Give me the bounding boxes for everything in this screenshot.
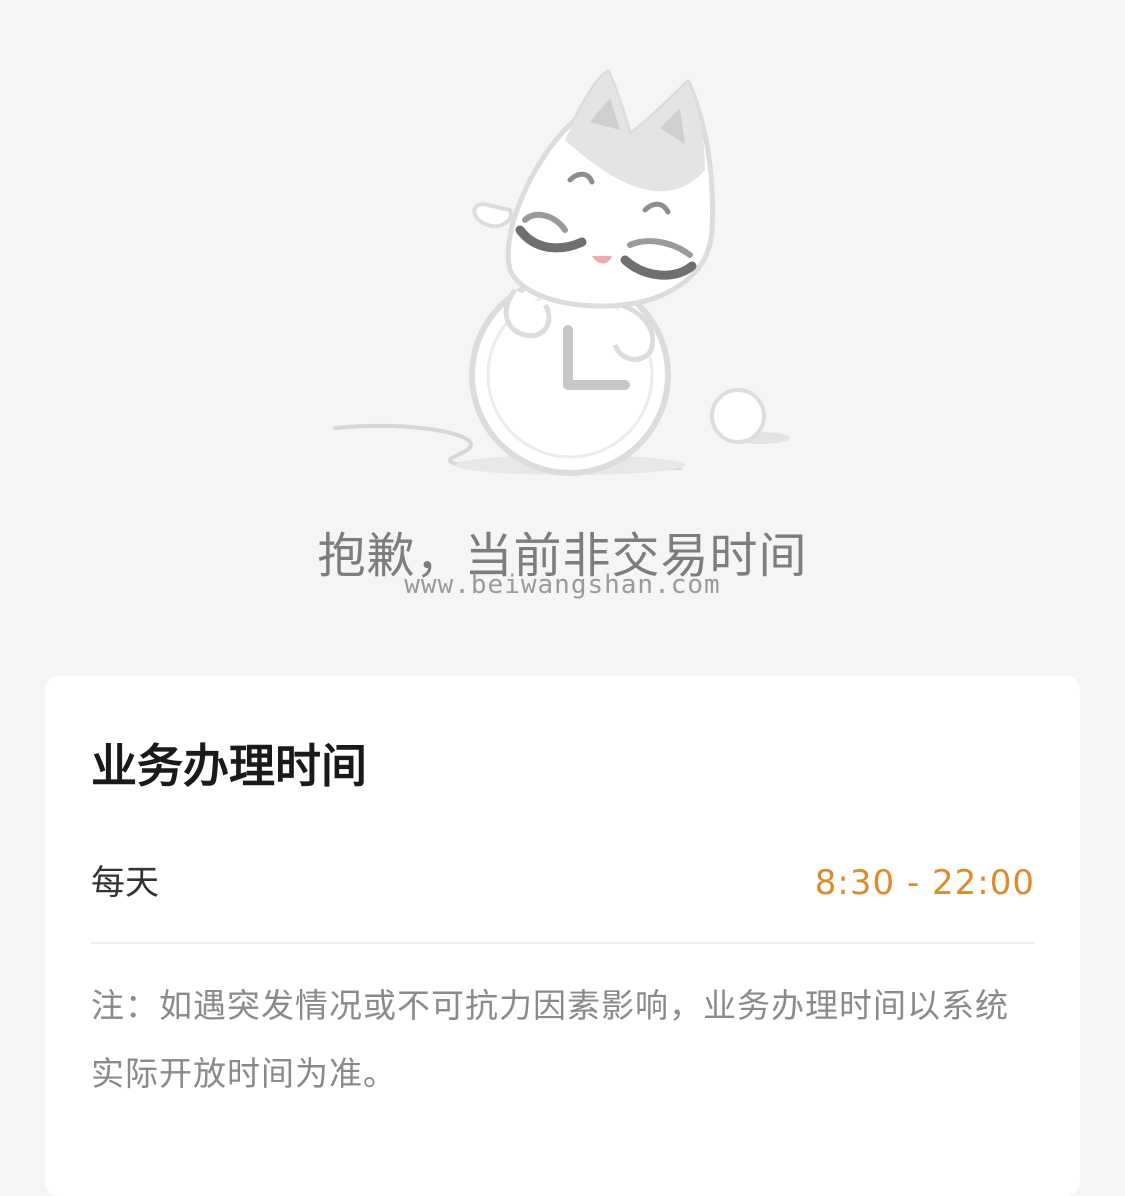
divider <box>91 942 1035 944</box>
watermark-text: www.beiwangshan.com <box>404 570 721 600</box>
sleeping-cat-clock-icon <box>320 60 800 490</box>
schedule-row: 每天 8:30 - 22:00 <box>91 856 1035 910</box>
card-title: 业务办理时间 <box>91 739 367 793</box>
schedule-label: 每天 <box>91 863 159 903</box>
business-hours-card: 业务办理时间 每天 8:30 - 22:00 注：如遇突发情况或不可抗力因素影响… <box>45 676 1080 1196</box>
hours-note: 注：如遇突发情况或不可抗力因素影响，业务办理时间以系统实际开放时间为准。 <box>91 986 1009 1093</box>
schedule-hours: 8:30 - 22:00 <box>814 863 1035 903</box>
